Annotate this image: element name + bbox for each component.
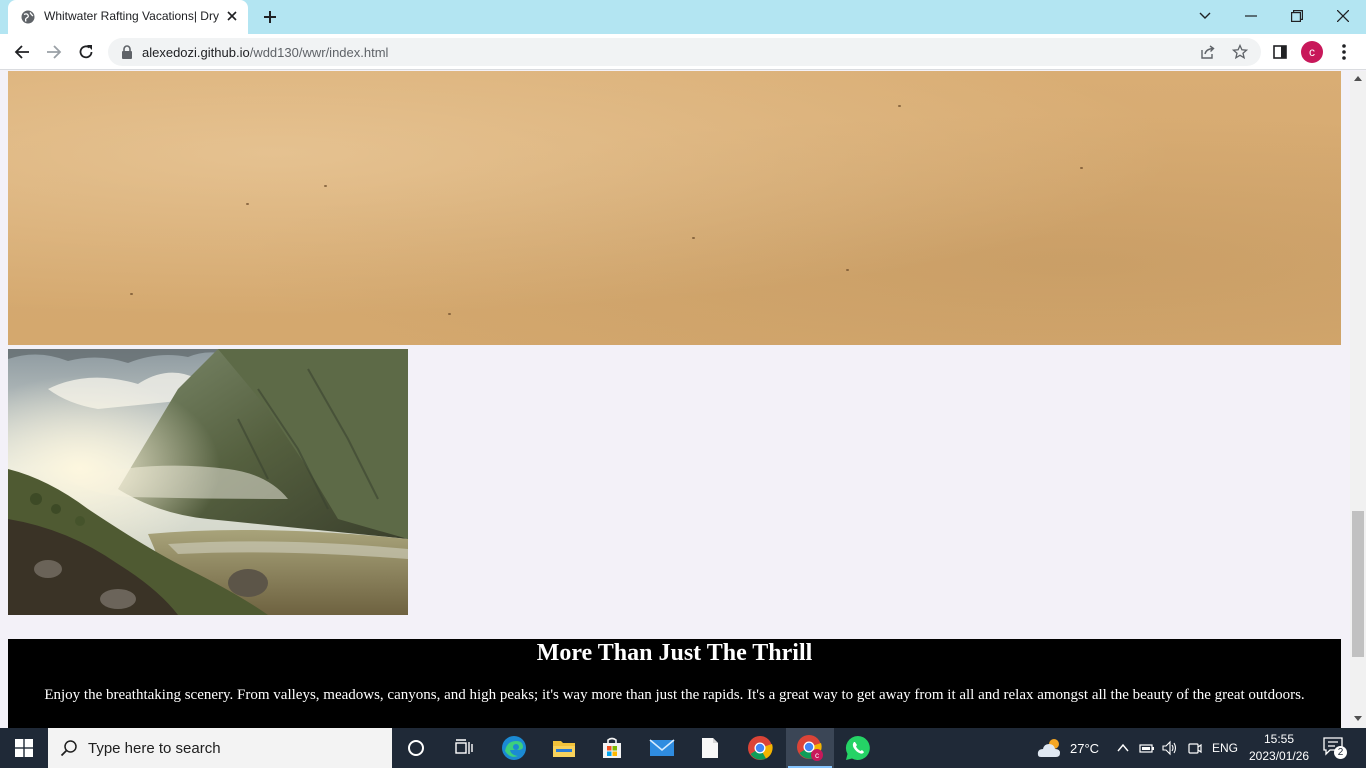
restore-icon[interactable] <box>1285 6 1309 26</box>
url-host: alexedozi.github.io <box>142 45 250 60</box>
page-viewport: More Than Just The Thrill Enjoy the brea… <box>0 71 1350 728</box>
reload-icon[interactable] <box>76 42 96 62</box>
file-explorer-icon[interactable] <box>540 728 588 768</box>
minimize-icon[interactable] <box>1239 6 1263 26</box>
tab-strip: Whitwater Rafting Vacations| Dry <box>0 0 1366 34</box>
close-tab-icon[interactable] <box>225 9 239 23</box>
svg-text:c: c <box>815 751 819 760</box>
windows-logo-icon <box>15 739 33 757</box>
clock-time[interactable]: 15:55 <box>1264 732 1294 746</box>
share-icon[interactable] <box>1200 44 1216 60</box>
speaker-volume-icon[interactable] <box>1162 740 1178 756</box>
address-bar[interactable]: alexedozi.github.io/wdd130/wwr/index.htm… <box>108 38 1261 66</box>
more-menu-icon[interactable] <box>1334 42 1354 62</box>
back-arrow-icon[interactable] <box>12 42 32 62</box>
taskbar-search-box[interactable]: Type here to search <box>48 728 392 768</box>
forward-arrow-icon[interactable] <box>44 42 64 62</box>
bookmark-star-icon[interactable] <box>1232 44 1248 60</box>
thrill-description: Enjoy the breathtaking scenery. From val… <box>44 687 1305 703</box>
globe-icon <box>21 10 35 24</box>
browser-tab[interactable]: Whitwater Rafting Vacations| Dry <box>8 0 248 34</box>
mountain-valley-image <box>8 349 408 615</box>
notification-center-button[interactable]: 2 <box>1322 736 1347 760</box>
input-language[interactable]: ENG <box>1212 741 1238 755</box>
task-view-icon[interactable] <box>440 728 488 768</box>
new-tab-plus-icon[interactable] <box>261 8 279 26</box>
url-path: /wdd130/wwr/index.html <box>249 45 389 60</box>
chrome-icon[interactable] <box>736 728 784 768</box>
cortana-icon[interactable] <box>392 728 440 768</box>
profile-avatar[interactable]: c <box>1301 41 1323 63</box>
search-placeholder: Type here to search <box>88 740 221 757</box>
battery-icon[interactable] <box>1139 740 1155 756</box>
scroll-down-arrow-icon[interactable] <box>1354 714 1362 722</box>
weather-temperature[interactable]: 27°C <box>1070 741 1099 756</box>
page-scrollbar[interactable] <box>1350 71 1366 728</box>
side-panel-icon[interactable] <box>1270 42 1290 62</box>
meet-now-camera-icon[interactable] <box>1187 740 1203 756</box>
browser-toolbar: alexedozi.github.io/wdd130/wwr/index.htm… <box>0 34 1366 70</box>
edge-browser-icon[interactable] <box>490 728 538 768</box>
chevron-up-icon[interactable] <box>1115 740 1131 756</box>
whatsapp-icon[interactable] <box>834 728 882 768</box>
tab-title: Whitwater Rafting Vacations| Dry <box>44 9 219 23</box>
microsoft-store-icon[interactable] <box>588 728 636 768</box>
chrome-profile-active-icon[interactable]: c <box>786 728 834 768</box>
notification-count-badge: 2 <box>1334 746 1347 759</box>
windows-taskbar: Type here to search c 27°C ENG 15:55 202… <box>0 728 1366 768</box>
scroll-up-arrow-icon[interactable] <box>1354 75 1362 83</box>
close-window-icon[interactable] <box>1331 6 1355 26</box>
tab-search-chevron-down-icon[interactable] <box>1193 6 1217 26</box>
weather-cloud-icon[interactable] <box>1037 737 1063 759</box>
notepad-file-icon[interactable] <box>686 728 734 768</box>
url-text: alexedozi.github.io/wdd130/wwr/index.htm… <box>142 45 388 60</box>
lock-icon[interactable] <box>121 45 133 59</box>
thrill-heading: More Than Just The Thrill <box>536 640 813 666</box>
search-icon <box>60 740 77 757</box>
thrill-section: More Than Just The Thrill Enjoy the brea… <box>8 639 1341 728</box>
mail-icon[interactable] <box>638 728 686 768</box>
windows-start-button[interactable] <box>0 728 48 768</box>
paper-texture-banner <box>8 71 1341 345</box>
scrollbar-thumb[interactable] <box>1352 511 1364 657</box>
clock-date[interactable]: 2023/01/26 <box>1249 749 1309 763</box>
